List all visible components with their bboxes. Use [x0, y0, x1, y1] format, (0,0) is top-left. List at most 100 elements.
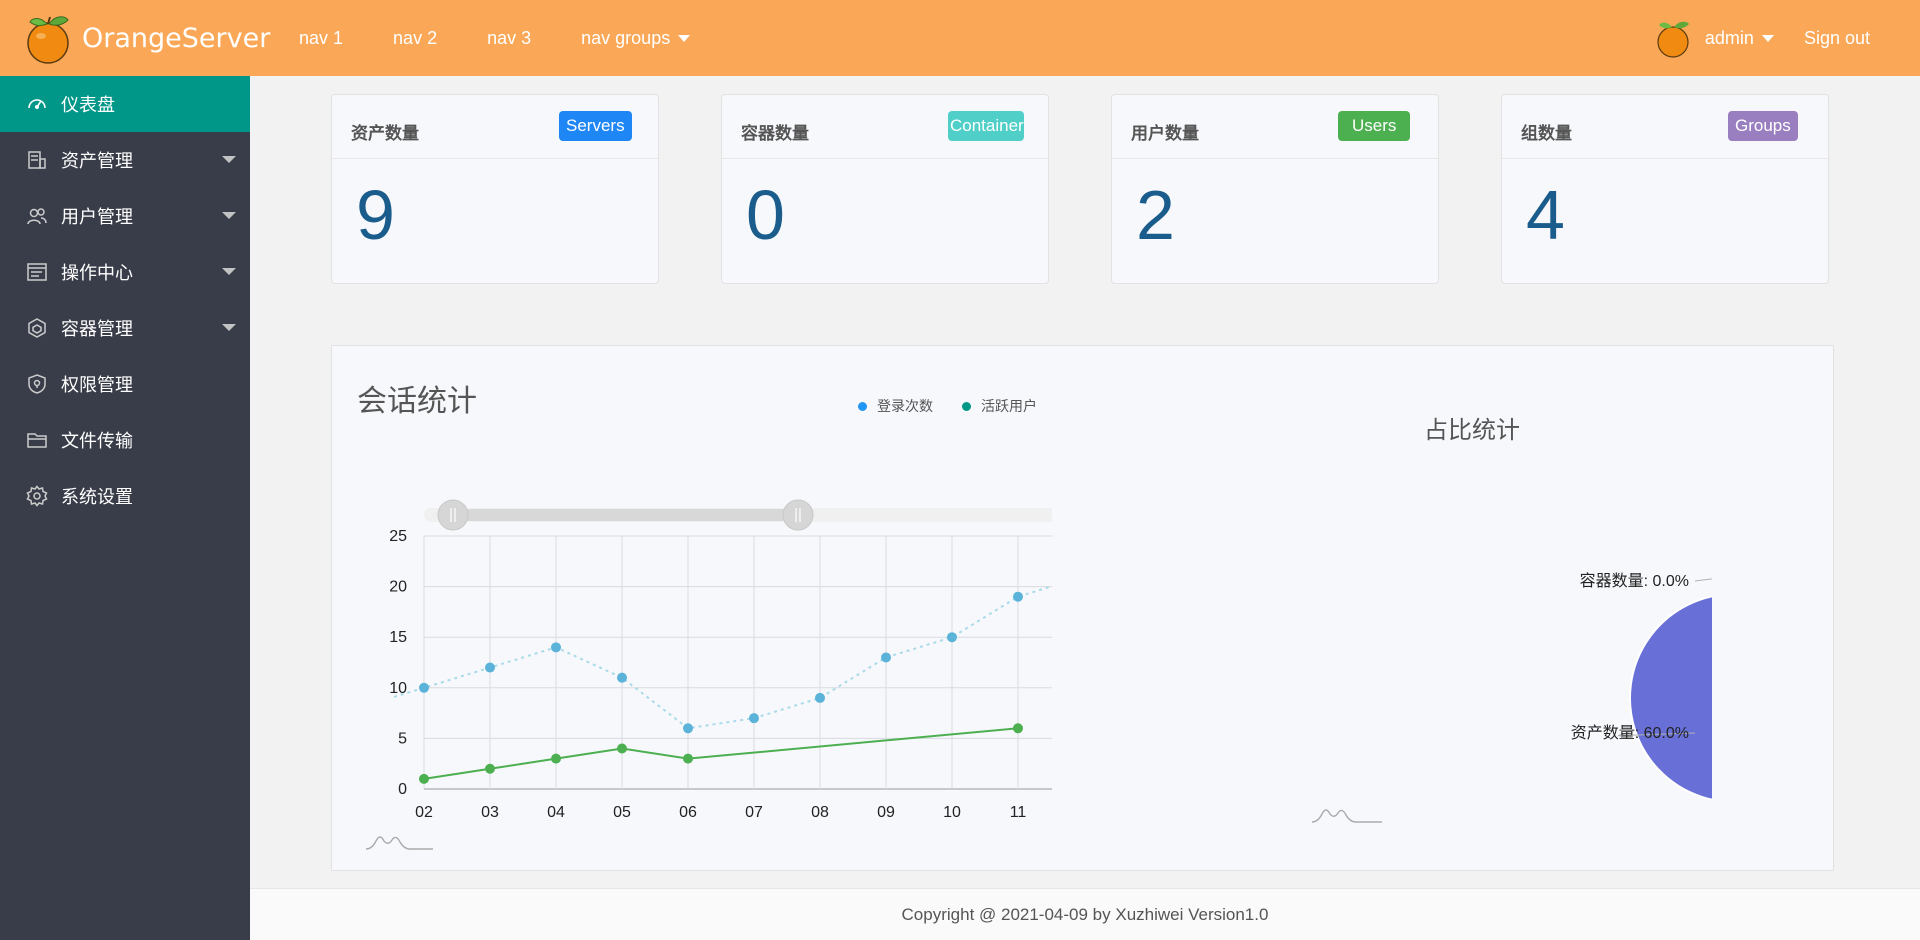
sidebar-item-label: 系统设置 — [61, 487, 133, 508]
sidebar-item-permissions[interactable]: 权限管理 — [0, 356, 250, 412]
data-point[interactable] — [551, 753, 561, 764]
sidebar-item-operations[interactable]: 操作中心 — [0, 244, 250, 300]
data-point[interactable] — [419, 773, 429, 784]
sidebar-item-label: 仪表盘 — [61, 95, 115, 116]
orange-logo-icon — [27, 16, 69, 64]
chevron-down-icon — [222, 268, 236, 275]
data-point[interactable] — [683, 723, 693, 734]
chevron-down-icon — [222, 156, 236, 163]
gear-icon — [25, 484, 49, 508]
status-badge: Servers — [559, 111, 632, 141]
user-menu[interactable]: admin — [1653, 18, 1774, 58]
data-point[interactable] — [485, 662, 495, 673]
x-tick-label: 05 — [613, 804, 631, 821]
zoom-handle[interactable] — [782, 499, 814, 531]
wave-icon — [365, 836, 433, 850]
nav-label: nav groups — [581, 27, 671, 48]
chevron-down-icon — [1761, 34, 1774, 42]
nav-3[interactable]: nav 3 — [462, 28, 556, 49]
y-tick-label: 20 — [389, 579, 407, 596]
stat-card-assets: 资产数量 Servers 9 — [331, 94, 659, 284]
pie-slice[interactable] — [1629, 594, 1712, 802]
card-header: 资产数量 Servers — [332, 95, 658, 159]
data-point[interactable] — [1013, 591, 1023, 602]
x-tick-label: 02 — [415, 804, 433, 821]
card-value: 9 — [356, 176, 395, 254]
status-badge: Users — [1338, 111, 1411, 141]
sidebar-item-label: 容器管理 — [61, 319, 133, 340]
shield-icon — [25, 372, 49, 396]
folder-icon — [25, 428, 49, 452]
brand-name: OrangeServer — [82, 22, 271, 54]
chevron-down-icon — [222, 212, 236, 219]
x-tick-label: 09 — [877, 804, 895, 821]
data-point[interactable] — [617, 672, 627, 683]
data-point[interactable] — [419, 682, 429, 693]
data-point[interactable] — [947, 632, 957, 643]
card-value: 0 — [746, 176, 785, 254]
pie-chart: 组数量: 26.7%用户数量: 13.3%资产数量: 60.0%容器数量: 0.… — [1311, 572, 1712, 823]
top-header: OrangeServer nav 1 nav 2 nav 3 nav group… — [0, 0, 1920, 76]
status-badge: Container — [948, 111, 1024, 141]
sidebar-item-users[interactable]: 用户管理 — [0, 188, 250, 244]
card-value: 4 — [1526, 176, 1565, 254]
top-nav: nav 1 nav 2 nav 3 nav groups — [274, 0, 715, 76]
sidebar-item-label: 资产管理 — [61, 151, 133, 172]
nav-label: nav 3 — [487, 27, 532, 48]
sidebar-item-settings[interactable]: 系统设置 — [0, 468, 250, 524]
sign-out-link[interactable]: Sign out — [1804, 28, 1870, 49]
y-tick-label: 5 — [398, 730, 407, 747]
data-point[interactable] — [1013, 723, 1023, 734]
pie-label-line — [1694, 578, 1712, 582]
pie-label: 容器数量: 0.0% — [1580, 572, 1689, 590]
series-line — [393, 585, 1052, 730]
x-tick-label: 11 — [1010, 804, 1027, 821]
chevron-down-icon — [678, 34, 691, 42]
sidebar-item-label: 文件传输 — [61, 431, 133, 452]
x-tick-label: 10 — [943, 804, 961, 821]
sidebar-item-file-transfer[interactable]: 文件传输 — [0, 412, 250, 468]
data-point[interactable] — [485, 763, 495, 774]
pie-label: 资产数量: 60.0% — [1571, 724, 1689, 742]
card-title: 组数量 — [1521, 124, 1572, 144]
data-point[interactable] — [815, 692, 825, 703]
zoom-handle[interactable] — [437, 499, 469, 531]
cube-icon — [25, 316, 49, 340]
stat-card-groups: 组数量 Groups 4 — [1501, 94, 1829, 284]
sidebar-item-assets[interactable]: 资产管理 — [0, 132, 250, 188]
x-tick-label: 06 — [679, 804, 697, 821]
x-tick-label: 04 — [547, 804, 565, 821]
nav-2[interactable]: nav 2 — [368, 28, 462, 49]
y-tick-label: 10 — [389, 680, 407, 697]
data-point[interactable] — [551, 642, 561, 653]
nav-1[interactable]: nav 1 — [274, 28, 368, 49]
card-header: 容器数量 Container — [722, 95, 1048, 159]
footer: Copyright @ 2021-04-09 by Xuzhiwei Versi… — [250, 888, 1920, 940]
data-point[interactable] — [749, 713, 759, 724]
logo[interactable]: OrangeServer — [22, 12, 270, 64]
nav-label: nav 1 — [299, 27, 344, 48]
nav-groups[interactable]: nav groups — [556, 28, 715, 49]
status-badge: Groups — [1728, 111, 1798, 141]
users-icon — [25, 204, 49, 228]
x-tick-label: 08 — [811, 804, 829, 821]
card-title: 容器数量 — [741, 124, 809, 144]
data-point[interactable] — [617, 743, 627, 754]
chevron-down-icon — [222, 324, 236, 331]
x-tick-label: 03 — [481, 804, 499, 821]
stat-card-users: 用户数量 Users 2 — [1111, 94, 1439, 284]
sidebar-item-dashboard[interactable]: 仪表盘 — [0, 76, 250, 132]
sidebar-item-label: 用户管理 — [61, 207, 133, 228]
sidebar-item-label: 操作中心 — [61, 263, 133, 284]
card-title: 资产数量 — [351, 124, 419, 144]
session-stats-panel: 会话统计 登录次数 活跃用户 占比统计 0 5 10 15 20 25 02 03 04 05 06… — [331, 345, 1834, 871]
server-icon — [25, 148, 49, 172]
line-chart: 05101520250203040506070809101112 — [365, 499, 1052, 850]
avatar — [1657, 21, 1689, 58]
y-tick-label: 25 — [389, 528, 407, 545]
nav-label: nav 2 — [393, 27, 438, 48]
data-point[interactable] — [683, 753, 693, 764]
wave-icon — [1311, 809, 1382, 823]
data-point[interactable] — [881, 652, 891, 663]
sidebar-item-containers[interactable]: 容器管理 — [0, 300, 250, 356]
